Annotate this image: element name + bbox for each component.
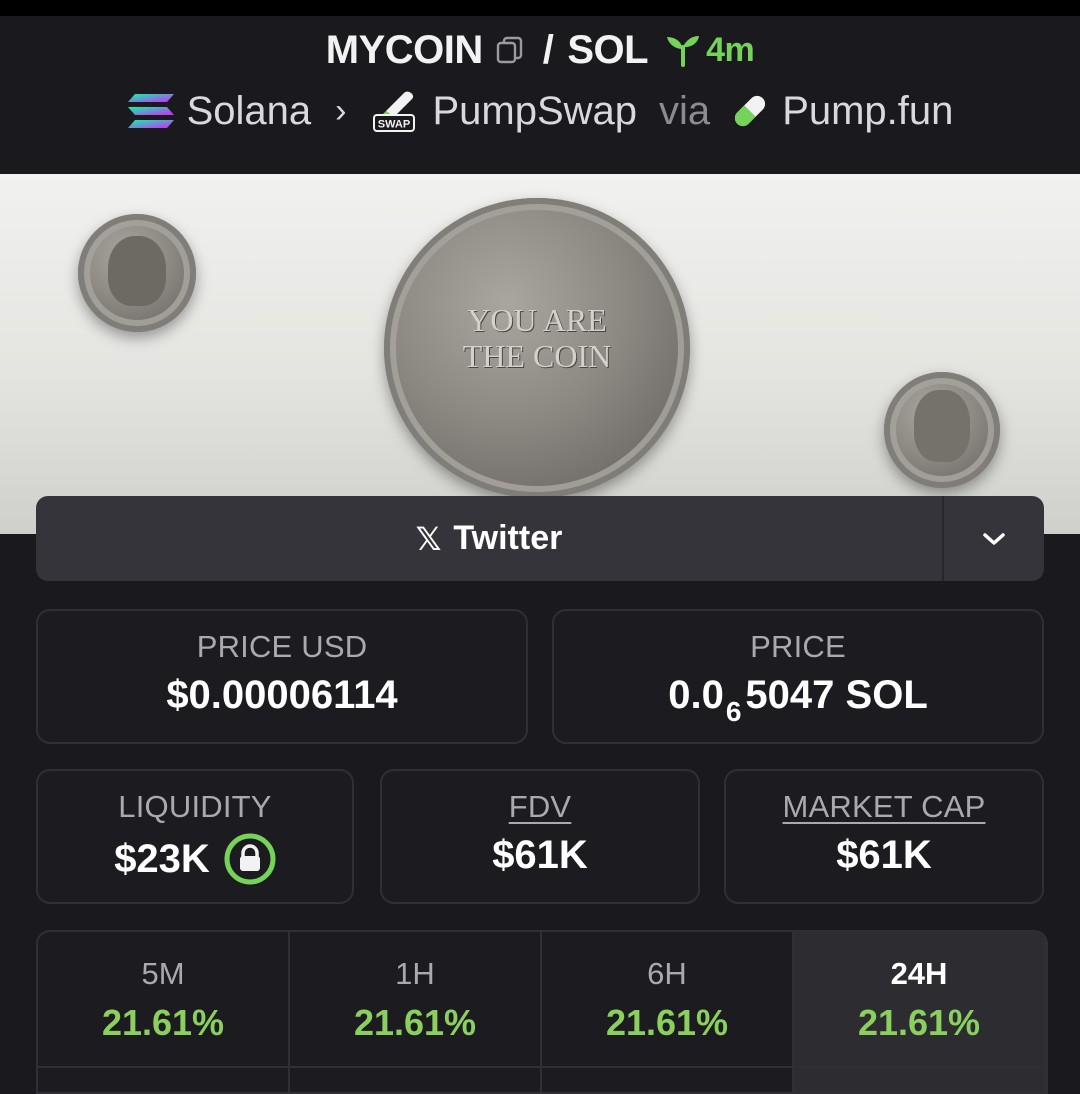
liquidity-value: $23K [114, 836, 210, 881]
sprout-icon [667, 36, 700, 67]
coin-main-image: YOU ARE THE COIN [384, 198, 690, 498]
price-native-suffix: 5047 SOL [745, 673, 928, 717]
tab-1h[interactable]: 1H 21.61% [290, 932, 542, 1092]
fdv-value: $61K [492, 833, 588, 877]
pair-age: 4m [664, 30, 755, 70]
dex-link[interactable]: PumpSwap [432, 89, 637, 134]
tab-1h-change: 21.61% [353, 1002, 477, 1043]
token-symbol: MYCOIN [325, 27, 484, 72]
tabs-divider [38, 1066, 1046, 1068]
coin-inscription-line1: YOU ARE [467, 302, 607, 338]
via-label: via [659, 88, 711, 133]
pair-separator: / [542, 27, 554, 72]
tab-1h-label: 1H [395, 956, 435, 991]
tab-6h-change: 21.61% [605, 1002, 729, 1043]
coin-right-image [884, 372, 1000, 488]
pumpswap-icon: SWAP [373, 91, 416, 132]
chevron-down-icon [983, 532, 1005, 545]
liquidity-value-row: $23K [38, 833, 352, 885]
price-usd-value: $0.00006114 [166, 673, 398, 717]
social-links-bar: 𝕏 Twitter [36, 496, 1044, 581]
copy-icon[interactable] [495, 35, 525, 65]
market-cap-card: MARKET CAP $61K [724, 769, 1044, 904]
tab-24h-label: 24H [890, 956, 948, 991]
price-usd-label: PRICE USD [196, 629, 368, 664]
chain-link[interactable]: Solana [187, 89, 312, 134]
tab-24h[interactable]: 24H 21.61% [794, 932, 1046, 1092]
fdv-label[interactable]: FDV [382, 789, 698, 825]
tab-5m[interactable]: 5M 21.61% [38, 932, 290, 1092]
twitter-label: Twitter [453, 519, 563, 557]
coin-inscription: YOU ARE THE COIN [384, 302, 690, 374]
tab-6h[interactable]: 6H 21.61% [542, 932, 794, 1092]
price-native-card: PRICE 0.0 6 5047 SOL [552, 609, 1044, 744]
coin-left-face [108, 236, 166, 306]
liquidity-card: LIQUIDITY $23K [36, 769, 354, 904]
pair-age-value: 4m [706, 30, 755, 69]
coin-inscription-line2: THE COIN [462, 338, 612, 374]
launchpad-link[interactable]: Pump.fun [782, 89, 953, 134]
pill-icon [735, 95, 766, 127]
price-change-tabs: 5M 21.61% 1H 21.61% 6H 21.61% 24H 21.61% [36, 930, 1048, 1094]
twitter-button[interactable]: 𝕏 Twitter [36, 496, 942, 581]
price-native-zero-count: 6 [725, 695, 742, 727]
quote-symbol: SOL [567, 27, 649, 72]
token-banner-image: YOU ARE THE COIN [0, 174, 1080, 534]
coin-right-face [914, 390, 970, 462]
fdv-card: FDV $61K [380, 769, 700, 904]
tab-24h-change: 21.61% [857, 1002, 981, 1043]
price-native-value: 0.0 6 5047 SOL [554, 673, 1042, 727]
tab-5m-change: 21.61% [101, 1002, 225, 1043]
breadcrumb: Solana › SWAP PumpSwap via Pump.fun [0, 86, 1080, 136]
solana-icon [127, 94, 174, 128]
x-icon: 𝕏 [415, 520, 442, 557]
tab-5m-label: 5M [141, 956, 185, 991]
market-cap-value: $61K [836, 833, 932, 877]
price-usd-card: PRICE USD $0.00006114 [36, 609, 528, 744]
status-bar [0, 0, 1080, 16]
tab-6h-label: 6H [647, 956, 687, 991]
pair-header: MYCOIN / SOL 4m Solana › SWAP PumpSwap v… [0, 16, 1080, 174]
price-native-label: PRICE [750, 629, 846, 664]
market-cap-label[interactable]: MARKET CAP [726, 789, 1042, 825]
pair-title: MYCOIN / SOL 4m [0, 26, 1080, 74]
coin-left-image [78, 214, 196, 332]
social-dropdown-button[interactable] [942, 496, 1044, 581]
liquidity-label: LIQUIDITY [118, 789, 272, 824]
pumpswap-badge-text: SWAP [378, 119, 410, 131]
lock-icon[interactable] [224, 833, 276, 885]
breadcrumb-chevron-icon: › [335, 91, 347, 130]
price-native-prefix: 0.0 [668, 673, 724, 717]
